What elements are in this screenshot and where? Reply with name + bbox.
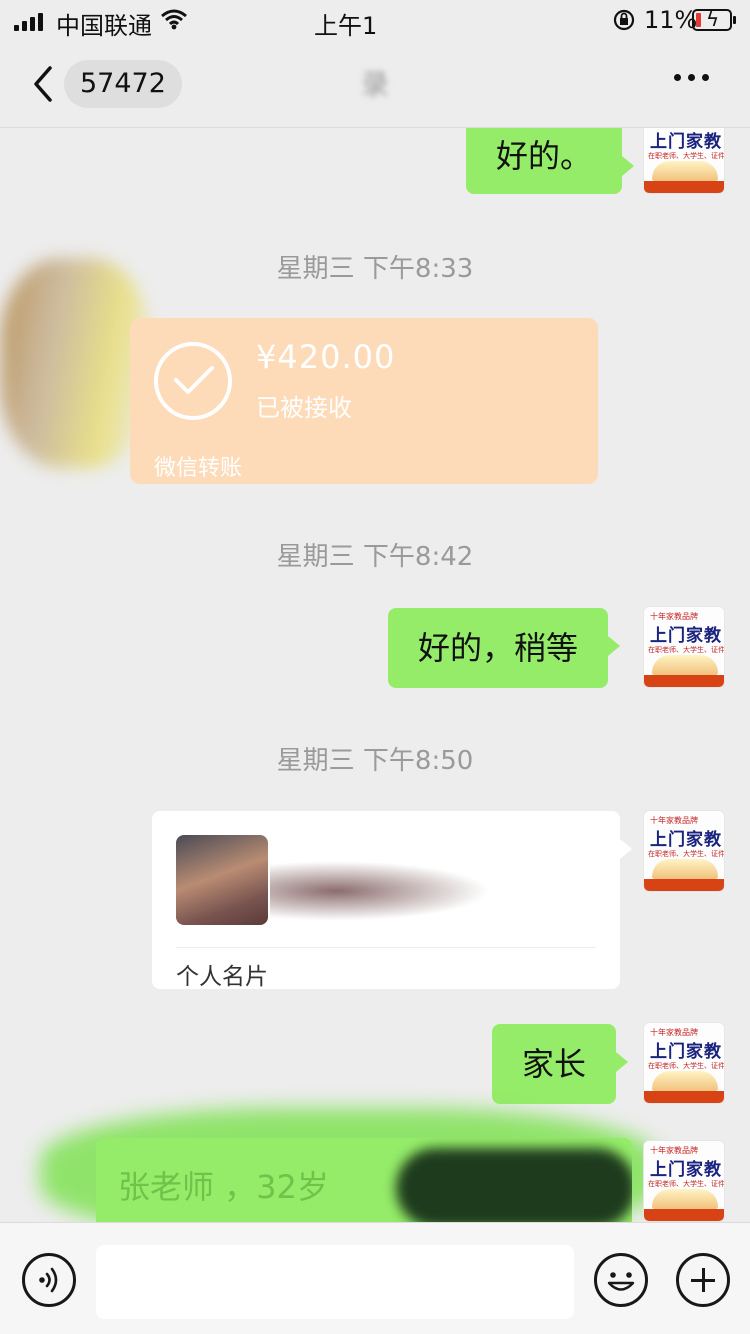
- contact-card[interactable]: 个人名片: [152, 811, 632, 990]
- avatar-subtitle: 在职老师、大学生、证件齐全: [648, 152, 725, 160]
- input-bar: [0, 1222, 750, 1334]
- voice-icon[interactable]: [22, 1253, 76, 1307]
- rotation-lock-icon: [613, 9, 635, 31]
- avatar[interactable]: 十年家教品牌 上门家教 在职老师、大学生、证件齐全: [643, 128, 725, 194]
- scribble-overlay: [396, 1148, 632, 1222]
- message-bubble[interactable]: 张老师 ，32岁: [96, 1138, 632, 1222]
- back-icon[interactable]: [26, 62, 62, 106]
- message-bubble[interactable]: 家长: [492, 1024, 629, 1104]
- transfer-message[interactable]: ¥420.00 已被接收 微信转账: [130, 318, 598, 484]
- transfer-amount: ¥420.00: [256, 338, 396, 376]
- timestamp: 星期三 下午8:42: [276, 542, 474, 572]
- divider: [176, 947, 596, 948]
- nav-bar: 57472 录: [0, 44, 750, 128]
- avatar-title: 上门家教: [650, 830, 722, 850]
- avatar-title: 上门家教: [650, 132, 722, 152]
- avatar-blurred[interactable]: [0, 258, 150, 468]
- signal-icon: [14, 11, 43, 31]
- transfer-status: 已被接收: [256, 394, 352, 422]
- avatar-title: 上门家教: [650, 626, 722, 646]
- plus-icon[interactable]: [676, 1253, 730, 1307]
- carrier-label: 中国联通: [56, 12, 152, 40]
- contact-photo: [176, 835, 268, 925]
- emoji-icon[interactable]: [594, 1253, 648, 1307]
- battery-icon: ϟ: [692, 7, 736, 31]
- contact-card-label: 个人名片: [176, 964, 268, 990]
- battery-percent: 11%: [644, 6, 698, 34]
- book-icon: [652, 655, 718, 675]
- avatar-title: 上门家教: [650, 1160, 722, 1180]
- timestamp: 星期三 下午8:50: [276, 746, 474, 776]
- message-bubble[interactable]: 好的。: [466, 128, 635, 194]
- status-bar: 中国联通 上午1 11% ϟ: [0, 0, 750, 44]
- wifi-icon: [161, 9, 187, 30]
- avatar[interactable]: 十年家教品牌 上门家教 在职老师、大学生、证件齐全: [643, 606, 725, 688]
- clock: 上午1: [314, 12, 378, 40]
- message-input[interactable]: [96, 1245, 574, 1319]
- avatar[interactable]: 十年家教品牌 上门家教 在职老师、大学生、证件齐全: [643, 1140, 725, 1222]
- message-text: 张老师 ，32岁: [118, 1168, 329, 1206]
- avatar-subtitle: 在职老师、大学生、证件齐全: [648, 1180, 725, 1188]
- book-icon: [652, 1189, 718, 1209]
- unread-count-badge[interactable]: 57472: [64, 60, 182, 108]
- book-icon: [652, 859, 718, 879]
- transfer-label: 微信转账: [154, 456, 243, 481]
- avatar-subtitle: 在职老师、大学生、证件齐全: [648, 646, 725, 654]
- avatar[interactable]: 十年家教品牌 上门家教 在职老师、大学生、证件齐全: [643, 1022, 725, 1104]
- message-bubble[interactable]: 好的，稍等: [388, 608, 621, 688]
- more-icon[interactable]: [674, 74, 709, 81]
- avatar-subtitle: 在职老师、大学生、证件齐全: [648, 1062, 725, 1070]
- avatar-title: 上门家教: [650, 1042, 722, 1062]
- chat-title: 录: [360, 68, 389, 101]
- contact-name-blurred: [270, 861, 490, 921]
- avatar-subtitle: 在职老师、大学生、证件齐全: [648, 850, 725, 858]
- avatar[interactable]: 十年家教品牌 上门家教 在职老师、大学生、证件齐全: [643, 810, 725, 892]
- chat-area[interactable]: 好的。 十年家教品牌 上门家教 在职老师、大学生、证件齐全 星期三 下午8:33…: [0, 128, 750, 1222]
- book-icon: [652, 161, 718, 181]
- book-icon: [652, 1071, 718, 1091]
- check-icon: [154, 342, 232, 420]
